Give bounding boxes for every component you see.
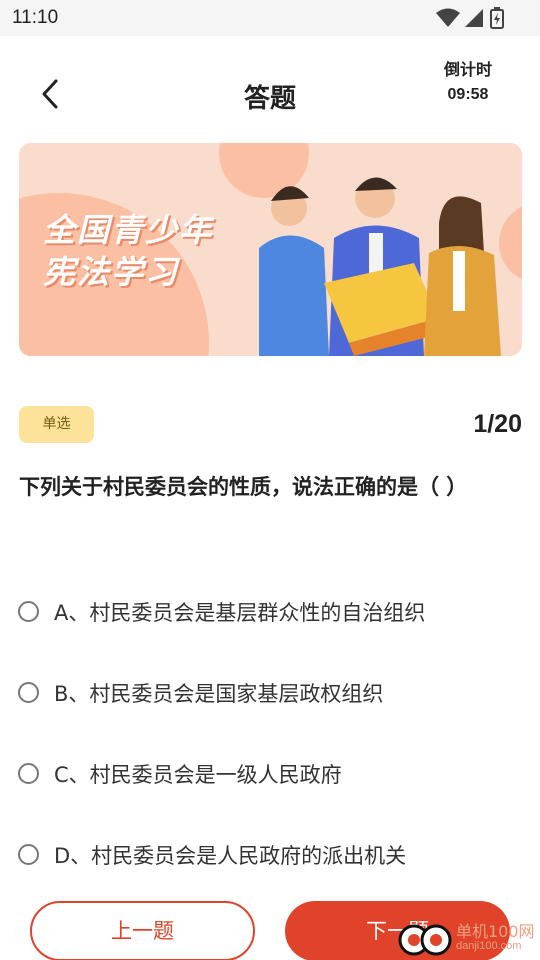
- countdown-value: 09:58: [447, 86, 489, 103]
- signal-icon: [465, 9, 483, 27]
- radio-icon[interactable]: [18, 682, 39, 703]
- battery-icon: [490, 7, 504, 29]
- banner-text: 全国青少年 宪法学习: [43, 209, 213, 293]
- option-b[interactable]: B、村民委员会是国家基层政权组织: [18, 672, 518, 712]
- watermark-title: 单机100网: [456, 922, 535, 941]
- question-progress: 1/20: [473, 410, 522, 438]
- quiz-page: 11:10 答题 倒计时 09:58 全国青少年 宪法学习 单选 1/20 下列…: [0, 0, 540, 960]
- watermark-url: danji100.com: [456, 940, 522, 952]
- banner-title-line1: 全国青少年: [43, 211, 214, 249]
- wifi-icon: [436, 8, 460, 27]
- banner-title-line2: 宪法学习: [43, 253, 180, 291]
- watermark-logo-icon: [398, 924, 452, 956]
- radio-icon[interactable]: [18, 601, 39, 622]
- previous-question-button[interactable]: 上一题: [30, 901, 255, 960]
- option-a[interactable]: A、村民委员会是基层群众性的自治组织: [18, 591, 518, 631]
- status-bar: 11:10: [0, 0, 540, 36]
- question-text: 下列关于村民委员会的性质，说法正确的是（ ）: [19, 475, 468, 499]
- question-type-badge: 单选: [19, 406, 94, 443]
- countdown-label: 倒计时: [443, 60, 492, 79]
- option-d[interactable]: D、村民委员会是人民政府的派出机关: [18, 834, 518, 874]
- option-c[interactable]: C、村民委员会是一级人民政府: [18, 753, 518, 793]
- watermark: 单机100网 danji100.com: [396, 916, 540, 960]
- option-label: D、村民委员会是人民政府的派出机关: [54, 844, 407, 868]
- status-time: 11:10: [12, 7, 59, 28]
- option-label: C、村民委员会是一级人民政府: [54, 763, 342, 787]
- countdown-timer: 倒计时 09:58: [428, 56, 508, 104]
- option-label: A、村民委员会是基层群众性的自治组织: [54, 601, 426, 625]
- radio-icon[interactable]: [18, 763, 39, 784]
- option-label: B、村民委员会是国家基层政权组织: [54, 682, 384, 706]
- banner-image: 全国青少年 宪法学习: [19, 143, 522, 356]
- radio-icon[interactable]: [18, 844, 39, 865]
